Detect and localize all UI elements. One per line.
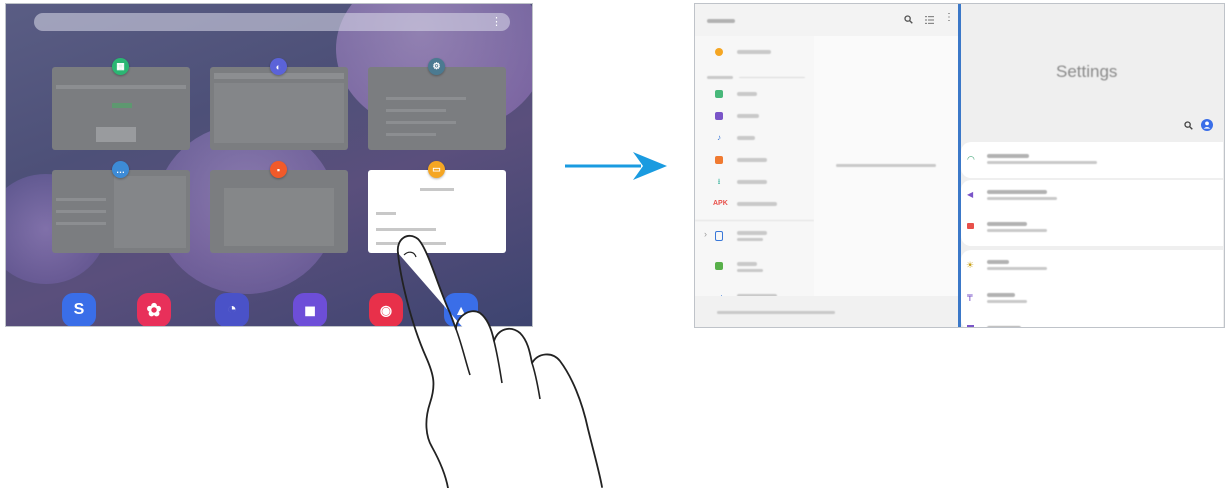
setting-label	[987, 154, 1029, 158]
setting-sublabel	[987, 300, 1027, 303]
divider-line	[739, 77, 805, 78]
recent-app-card-internet[interactable]	[210, 67, 348, 150]
setting-card-display-wallpaper[interactable]: ☀ ₸	[961, 250, 1223, 327]
list-label	[737, 92, 757, 96]
recent-app-card-messages[interactable]	[52, 170, 190, 253]
card-content	[386, 121, 456, 124]
settings-title: Settings	[1056, 62, 1118, 81]
header-title	[707, 19, 735, 23]
recent-app-card-settings[interactable]	[368, 67, 506, 150]
card-content	[420, 188, 454, 191]
image-icon	[715, 90, 723, 98]
browser-icon: ◐	[270, 58, 287, 75]
more-options-icon[interactable]: ⋮	[491, 16, 502, 28]
divider-line	[695, 220, 814, 221]
my-files-header: ⋮	[695, 4, 958, 36]
transition-arrow-icon	[565, 152, 667, 180]
setting-sublabel	[987, 161, 1097, 164]
setting-label	[987, 190, 1047, 194]
list-view-icon[interactable]	[925, 16, 934, 24]
gear-icon: ⚙	[428, 58, 445, 75]
setting-sublabel	[987, 197, 1057, 200]
list-label	[737, 136, 755, 140]
chat-bubble-icon: …	[112, 161, 129, 178]
list-label	[737, 262, 757, 266]
setting-label	[987, 222, 1027, 226]
tapping-hand-icon	[396, 234, 603, 488]
footer-text	[717, 311, 835, 314]
folder-icon: ▭	[428, 161, 445, 178]
recent-app-card-calendar[interactable]	[52, 67, 190, 150]
note-icon: ▪	[270, 161, 287, 178]
card-content	[214, 83, 344, 143]
card-content	[112, 103, 132, 108]
notification-icon	[967, 223, 974, 229]
music-icon: ♪	[717, 133, 721, 142]
wifi-icon: ◠	[967, 154, 975, 164]
setting-label	[987, 326, 1021, 327]
card-content	[96, 127, 136, 142]
my-files-pane[interactable]: ⋮ ♪ ⭳ APK › ◢	[695, 4, 958, 327]
volume-icon: ◀	[967, 190, 974, 199]
card-content	[56, 210, 106, 213]
file-content-area	[814, 36, 958, 304]
clock-icon[interactable]: ◔	[215, 293, 249, 326]
recent-app-card-notes[interactable]	[210, 170, 348, 253]
calendar-icon: ▦	[112, 58, 129, 75]
card-content	[386, 133, 436, 136]
flower-icon[interactable]: ✿	[137, 293, 171, 326]
document-icon	[715, 156, 723, 164]
card-content	[114, 176, 186, 248]
card-content	[386, 97, 466, 100]
list-sublabel	[737, 238, 763, 241]
list-label	[737, 180, 767, 184]
search-icon[interactable]	[1184, 121, 1193, 130]
fingerprint-icon[interactable]: S	[62, 293, 96, 326]
shopping-bag-icon[interactable]: ◼	[293, 293, 327, 326]
download-icon: ⭳	[717, 177, 721, 186]
chevron-right-icon[interactable]: ›	[704, 229, 707, 239]
sd-card-icon	[715, 262, 723, 270]
setting-card-connections[interactable]: ◠	[961, 142, 1223, 178]
search-icon[interactable]	[904, 15, 913, 24]
setting-sublabel	[987, 229, 1047, 232]
tablet-icon	[715, 231, 723, 241]
list-label	[737, 231, 767, 235]
more-options-icon[interactable]: ⋮	[944, 13, 954, 23]
search-bar[interactable]: ⋮	[34, 13, 510, 31]
wallpaper-icon: ₸	[967, 293, 973, 303]
setting-card-sounds-notifications[interactable]: ◀	[961, 180, 1223, 246]
card-content	[56, 85, 186, 89]
theme-icon	[967, 325, 974, 327]
card-content	[376, 212, 396, 215]
account-icon[interactable]	[1201, 119, 1213, 131]
setting-label	[987, 293, 1015, 297]
clock-icon	[715, 48, 723, 56]
list-label	[737, 158, 767, 162]
section-label	[707, 76, 733, 79]
settings-pane[interactable]: Settings ◠ ◀ ☀ ₸	[961, 4, 1224, 327]
split-screen-view: ⋮ ♪ ⭳ APK › ◢	[694, 3, 1225, 328]
video-icon	[715, 112, 723, 120]
card-content	[224, 188, 334, 246]
apk-icon: APK	[713, 200, 728, 207]
card-content	[386, 109, 446, 112]
card-content	[56, 198, 106, 201]
my-files-footer	[695, 296, 958, 327]
file-category-list: ♪ ⭳ APK › ◢	[695, 36, 814, 304]
card-content	[56, 222, 106, 225]
list-label	[737, 50, 771, 54]
setting-sublabel	[987, 267, 1047, 270]
list-label	[737, 114, 759, 118]
brightness-icon: ☀	[966, 260, 975, 270]
list-sublabel	[737, 269, 763, 272]
empty-state-text	[836, 164, 936, 167]
list-label	[737, 202, 777, 206]
setting-label	[987, 260, 1009, 264]
